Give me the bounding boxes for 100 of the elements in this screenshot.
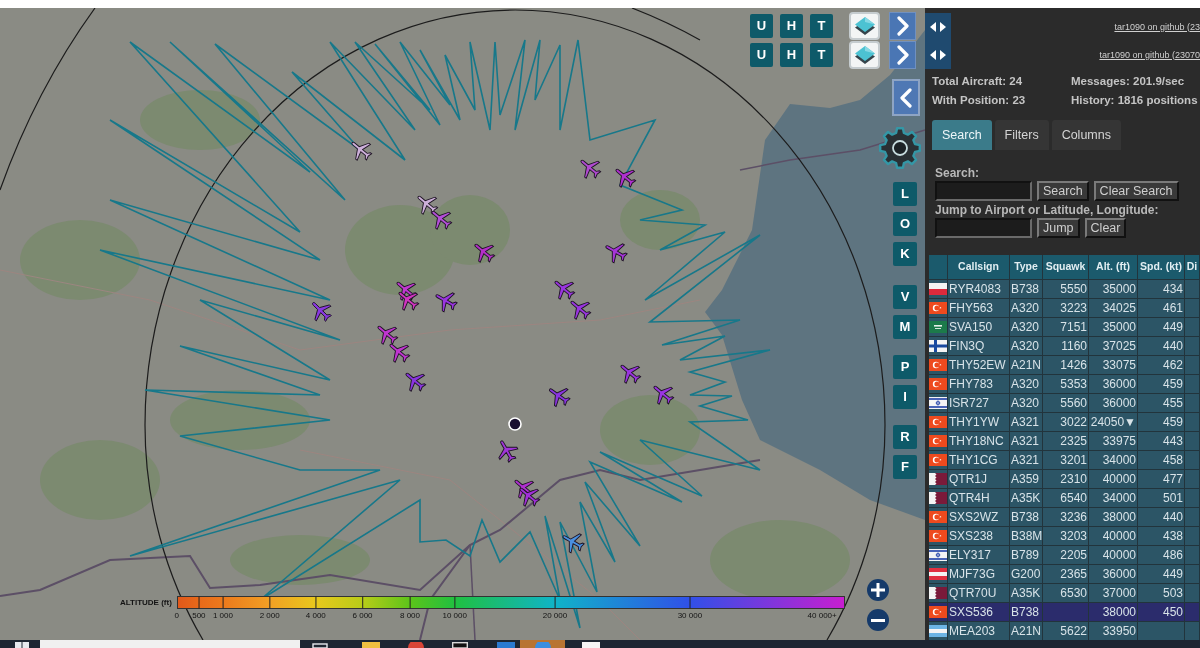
map-option-button[interactable]: P	[893, 355, 917, 379]
airplane-icon[interactable]	[312, 302, 332, 322]
airplane-icon[interactable]	[398, 291, 420, 311]
airplane-icon[interactable]	[474, 243, 496, 263]
airplane-icon[interactable]	[562, 533, 585, 554]
airplane-icon[interactable]	[615, 168, 637, 188]
tab[interactable]: Filters	[994, 120, 1049, 150]
airplane-icon[interactable]	[431, 210, 453, 230]
table-row[interactable]: FIN3Q A320 1160 37025 440	[929, 337, 1200, 355]
airplane-icon[interactable]	[405, 372, 427, 392]
airplane-icon[interactable]	[653, 385, 675, 405]
table-cell: FHY563	[948, 299, 1010, 317]
column-header[interactable]: Squawk	[1043, 255, 1089, 279]
table-cell: 34000	[1089, 451, 1138, 469]
airplane-icon[interactable]	[435, 292, 458, 313]
airplane-icon[interactable]	[570, 300, 592, 320]
map-option-button[interactable]: R	[893, 425, 917, 449]
table-row[interactable]: SXS238 B38M 3203 40000 438	[929, 527, 1200, 545]
table-row[interactable]: THY1CG A321 3201 34000 458	[929, 451, 1200, 469]
start-icon[interactable]	[15, 642, 29, 648]
table-cell: A21N	[1010, 356, 1043, 374]
table-row[interactable]: SXS2WZ B738 3236 38000 440	[929, 508, 1200, 526]
table-row[interactable]: FHY783 A320 5353 36000 459	[929, 375, 1200, 393]
airplane-icon[interactable]	[498, 440, 519, 463]
map-option-button[interactable]: O	[893, 212, 917, 236]
map-option-button[interactable]: U	[750, 43, 773, 67]
table-cell: 440	[1138, 508, 1185, 526]
airplane-icon[interactable]	[417, 195, 439, 215]
github-link[interactable]: tar1090 on github (23	[1114, 22, 1200, 32]
table-cell: 503	[1138, 584, 1185, 602]
search-input[interactable]	[935, 181, 1032, 201]
table-cell: 434	[1138, 280, 1185, 298]
browser-icon[interactable]	[408, 642, 424, 648]
jump-action-button[interactable]: Jump	[1037, 218, 1080, 238]
airplane-icon[interactable]	[580, 159, 602, 179]
airplane-icon[interactable]	[519, 487, 541, 507]
airplane-icon[interactable]	[548, 388, 571, 408]
expand-button[interactable]	[889, 12, 916, 40]
search-action-button[interactable]: Search	[1037, 181, 1089, 201]
table-row[interactable]: SVA150 A320 7151 35000 449	[929, 318, 1200, 336]
airplane-icon[interactable]	[620, 364, 642, 384]
table-cell: MJF73G	[948, 565, 1010, 583]
search-field[interactable]	[40, 640, 300, 648]
map-option-button[interactable]: I	[893, 385, 917, 409]
table-row[interactable]: QTR70U A35K 6530 37000 503	[929, 584, 1200, 602]
column-header[interactable]: Di	[1185, 255, 1200, 279]
tab[interactable]: Columns	[1051, 120, 1121, 150]
map-option-button[interactable]: H	[780, 43, 803, 67]
panel-toggle-button[interactable]	[925, 13, 951, 41]
table-cell: FHY783	[948, 375, 1010, 393]
map-option-button[interactable]: T	[810, 43, 833, 67]
panel-toggle-button[interactable]	[925, 41, 951, 69]
app-icon[interactable]	[452, 642, 468, 648]
table-row[interactable]: THY1YW A321 3022 24050▼ 459	[929, 413, 1200, 431]
map-option-button[interactable]: L	[893, 182, 917, 206]
map-option-button[interactable]: V	[893, 285, 917, 309]
airplane-icon[interactable]	[377, 325, 399, 345]
table-row[interactable]: QTR4H A35K 6540 34000 501	[929, 489, 1200, 507]
table-row[interactable]: SXS536 B738 38000 450	[929, 603, 1200, 621]
airplane-icon[interactable]	[389, 343, 411, 363]
task-view-icon[interactable]	[312, 643, 328, 648]
column-header[interactable]: Callsign	[948, 255, 1010, 279]
column-header[interactable]: Spd. (kt)	[1138, 255, 1185, 279]
map-option-button[interactable]: F	[893, 455, 917, 479]
settings-icon[interactable]	[878, 126, 922, 170]
map-option-button[interactable]: U	[750, 14, 773, 38]
tab[interactable]: Search	[932, 120, 992, 150]
legend-title: ALTITUDE (ft)	[120, 598, 172, 607]
table-row[interactable]: QTR1J A359 2310 40000 477	[929, 470, 1200, 488]
airplane-icon[interactable]	[605, 243, 628, 264]
table-row[interactable]: MEA203 A21N 5622 33950	[929, 622, 1200, 640]
jump-input[interactable]	[935, 218, 1032, 238]
table-row[interactable]: MJF73G G200 2365 36000 449	[929, 565, 1200, 583]
github-link[interactable]: tar1090 on github (23070	[1099, 50, 1200, 60]
legend-tick-label: 500	[192, 612, 206, 620]
table-row[interactable]: RYR4083 B738 5550 35000 434	[929, 280, 1200, 298]
column-header[interactable]: Alt. (ft)	[1089, 255, 1138, 279]
jump-action-button[interactable]: Clear	[1084, 218, 1127, 238]
map-option-button[interactable]: M	[893, 315, 917, 339]
column-header[interactable]: Type	[1010, 255, 1043, 279]
airplane-icon[interactable]	[351, 141, 373, 161]
table-row[interactable]: THY18NC A321 2325 33975 443	[929, 432, 1200, 450]
map-option-button[interactable]: T	[810, 14, 833, 38]
map-option-button[interactable]: K	[893, 242, 917, 266]
layers-button[interactable]	[849, 41, 880, 69]
stat-text: Messages: 201.9/sec	[1071, 74, 1186, 89]
table-cell: 461	[1138, 299, 1185, 317]
collapse-button[interactable]	[892, 79, 920, 116]
table-row[interactable]: ISR727 A320 5560 36000 455	[929, 394, 1200, 412]
active-app-tile[interactable]	[520, 640, 565, 648]
table-row[interactable]: THY52EW A21N 1426 33075 462	[929, 356, 1200, 374]
table-row[interactable]: FHY563 A320 3223 34025 461	[929, 299, 1200, 317]
map-option-button[interactable]: H	[780, 14, 803, 38]
table-cell: A35K	[1010, 489, 1043, 507]
layers-button[interactable]	[849, 12, 880, 40]
table-row[interactable]: ELY317 B789 2205 40000 486	[929, 546, 1200, 564]
expand-button[interactable]	[889, 41, 916, 69]
search-action-button[interactable]: Clear Search	[1093, 181, 1179, 201]
airplane-icon[interactable]	[554, 280, 576, 300]
receiver-marker-icon	[508, 417, 522, 431]
